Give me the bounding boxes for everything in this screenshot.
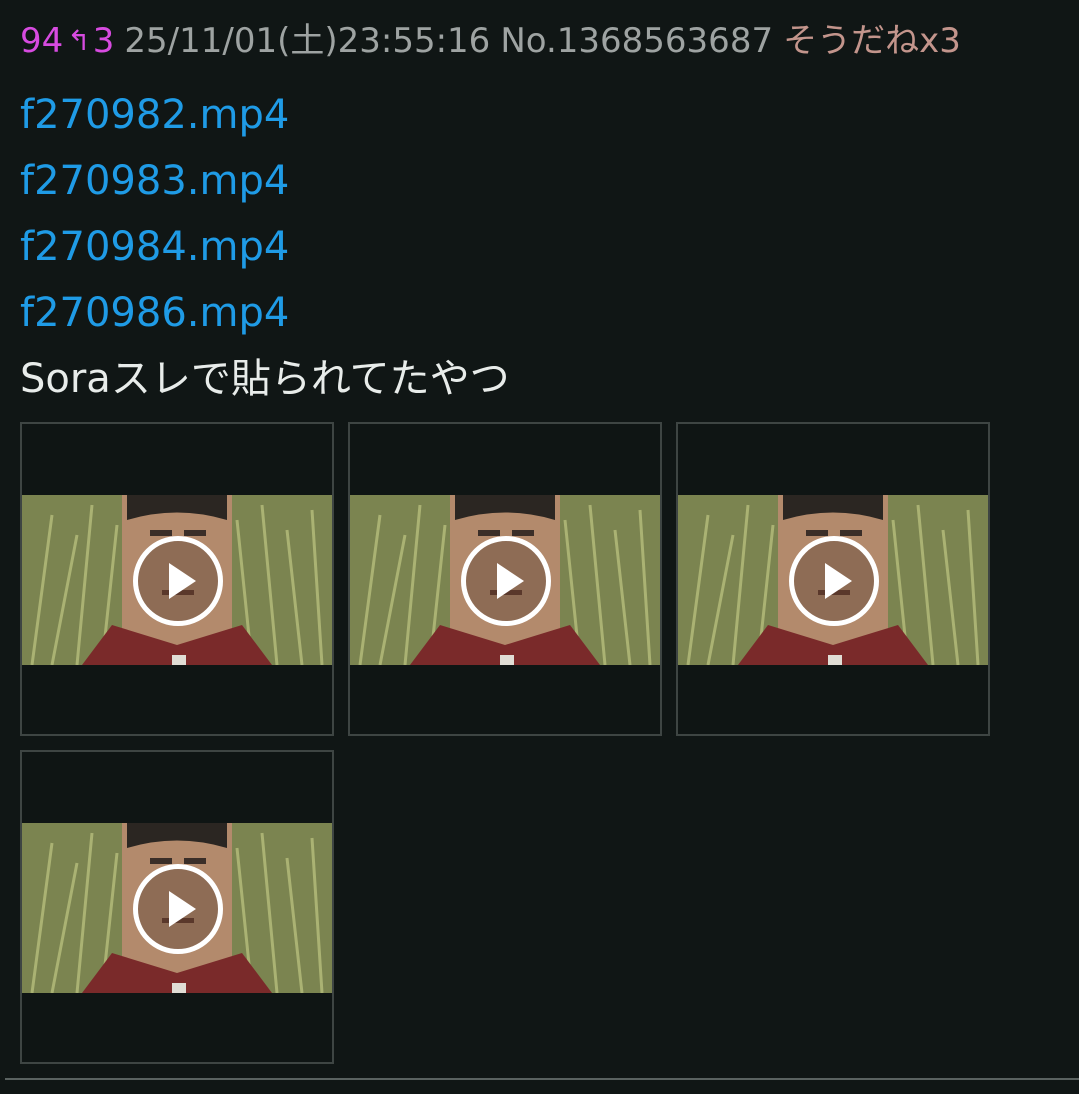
play-icon[interactable] bbox=[461, 536, 551, 626]
post-datetime: 25/11/01(土)23:55:16 bbox=[124, 21, 491, 61]
file-link[interactable]: f270984.mp4 bbox=[20, 214, 1060, 280]
video-frame bbox=[350, 495, 660, 665]
reply-count[interactable]: 3 bbox=[93, 18, 115, 64]
video-thumbnail-grid bbox=[20, 422, 1060, 1064]
reply-arrow-icon[interactable]: ↰ bbox=[67, 18, 90, 64]
video-frame bbox=[22, 495, 332, 665]
post-comment: Soraスレで貼られてたやつ bbox=[20, 356, 510, 402]
post: 94 ↰ 3 25/11/01(土)23:55:16 No.1368563687… bbox=[20, 18, 1060, 1064]
play-icon[interactable] bbox=[133, 536, 223, 626]
soudane-button[interactable]: そうだねx3 bbox=[783, 18, 961, 64]
video-thumbnail[interactable] bbox=[348, 422, 662, 736]
video-frame bbox=[678, 495, 988, 665]
file-link[interactable]: f270983.mp4 bbox=[20, 148, 1060, 214]
video-frame bbox=[22, 823, 332, 993]
res-number[interactable]: 94 bbox=[20, 18, 63, 64]
file-link-list: f270982.mp4 f270983.mp4 f270984.mp4 f270… bbox=[20, 82, 1060, 346]
file-link[interactable]: f270982.mp4 bbox=[20, 82, 1060, 148]
video-thumbnail[interactable] bbox=[20, 422, 334, 736]
play-icon[interactable] bbox=[789, 536, 879, 626]
post-number[interactable]: No.1368563687 bbox=[500, 18, 773, 64]
post-divider bbox=[5, 1078, 1079, 1080]
video-thumbnail[interactable] bbox=[20, 750, 334, 1064]
play-icon[interactable] bbox=[133, 864, 223, 954]
video-thumbnail[interactable] bbox=[676, 422, 990, 736]
post-header: 94 ↰ 3 25/11/01(土)23:55:16 No.1368563687… bbox=[20, 18, 1060, 64]
file-link[interactable]: f270986.mp4 bbox=[20, 280, 1060, 346]
